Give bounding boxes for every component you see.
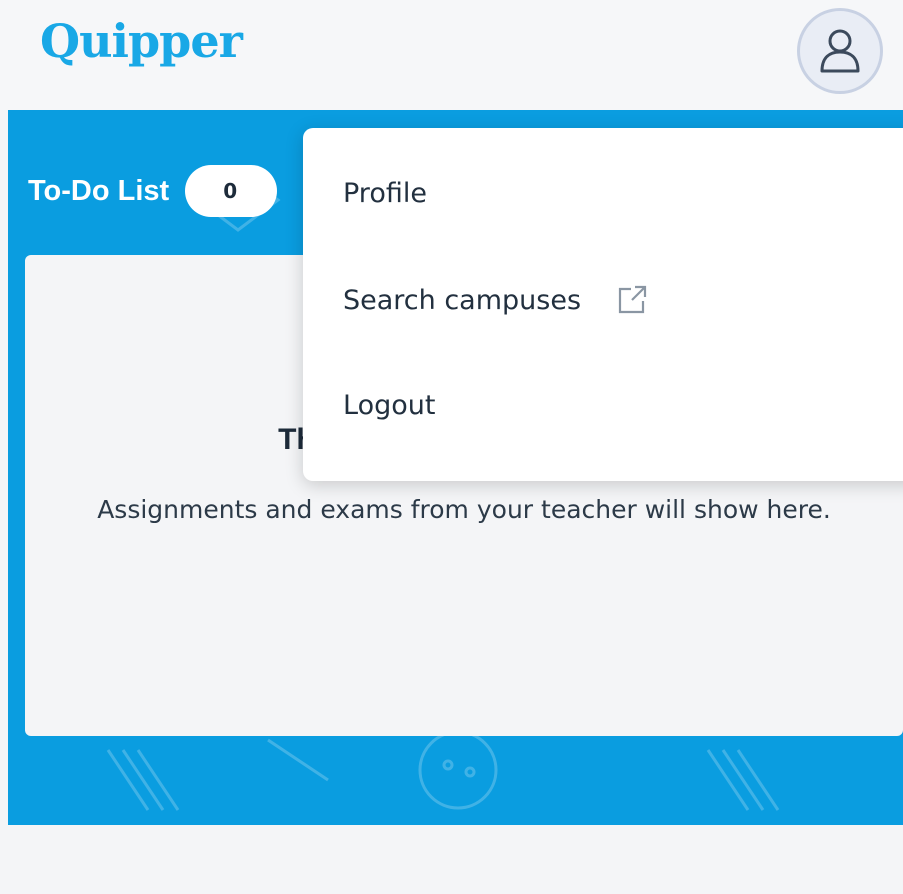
user-icon: [820, 29, 860, 73]
account-dropdown-menu: Profile Search campuses Logout: [303, 128, 903, 481]
menu-item-label: Profile: [343, 178, 427, 209]
footer-area: [0, 825, 903, 894]
menu-item-label: Logout: [343, 390, 436, 421]
empty-state-description: Assignments and exams from your teacher …: [97, 495, 831, 524]
menu-item-logout[interactable]: Logout: [343, 390, 435, 421]
menu-item-profile[interactable]: Profile: [343, 178, 427, 209]
menu-item-label: Search campuses: [343, 284, 582, 316]
external-link-icon: [615, 283, 649, 317]
quipper-logo[interactable]: Quipper: [40, 14, 243, 68]
todo-header: To-Do List 0: [28, 165, 278, 217]
page: Quipper To-Do List 0 The: [0, 0, 903, 894]
user-avatar-button[interactable]: [797, 8, 883, 94]
todo-count-badge: 0: [185, 165, 278, 217]
menu-item-search-campuses[interactable]: Search campuses: [343, 283, 649, 317]
todo-title: To-Do List: [28, 174, 170, 207]
app-header: Quipper: [0, 0, 903, 110]
